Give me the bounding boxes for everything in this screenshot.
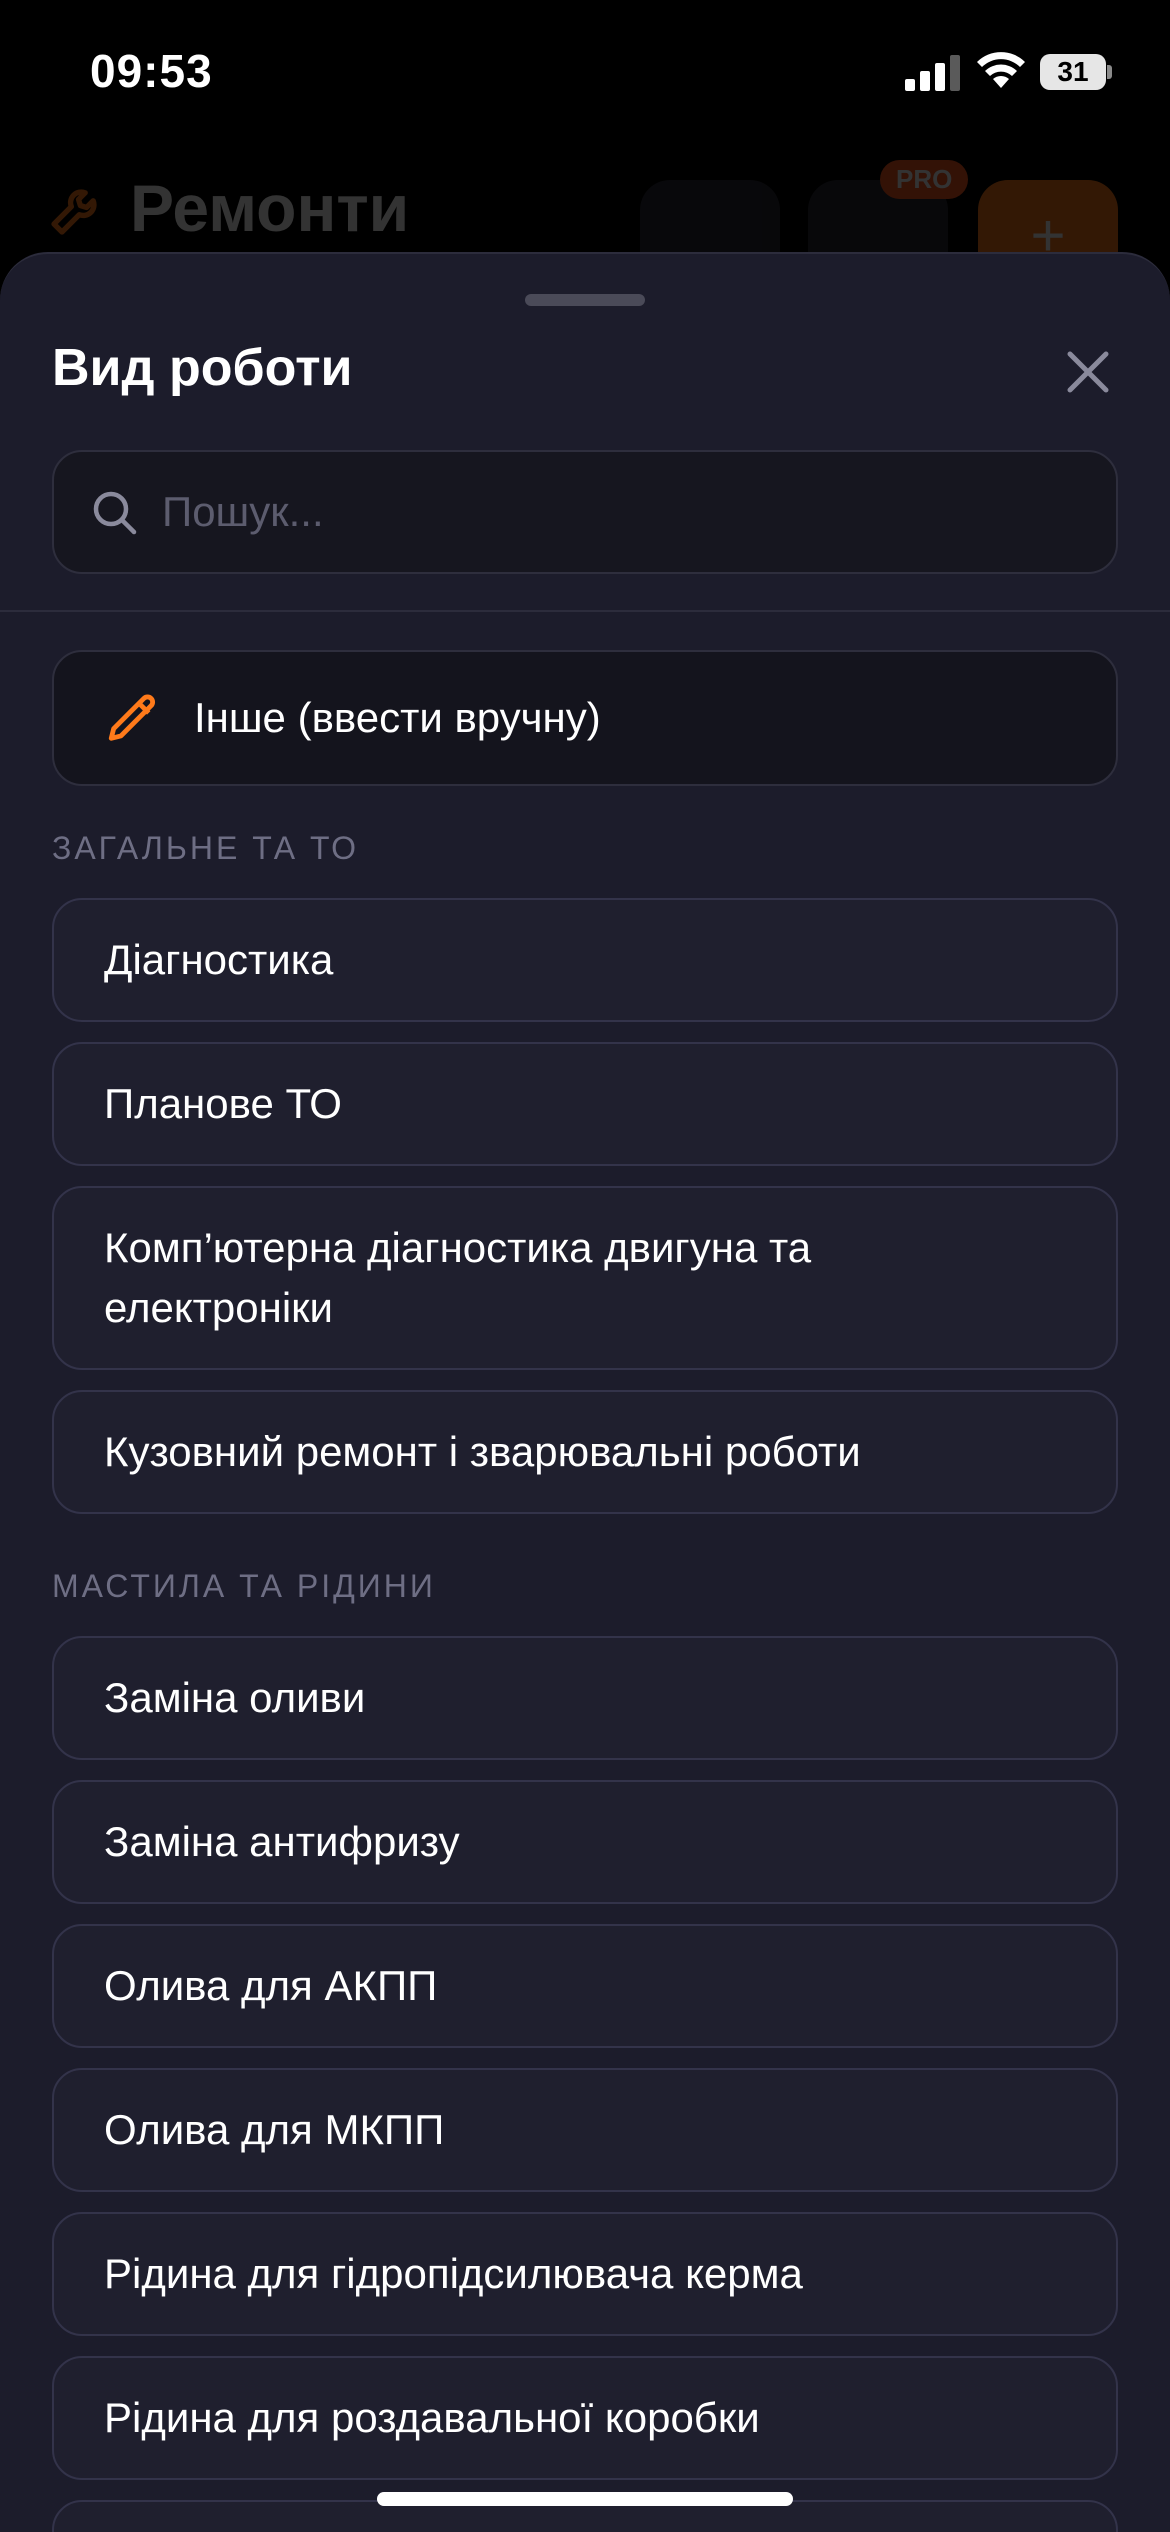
list-item[interactable]: Олива для МКПП — [52, 2068, 1118, 2192]
section-header-general: ЗАГАЛЬНЕ ТА ТО — [52, 830, 359, 866]
list-item-label: Олива для АКПП — [104, 1962, 438, 2009]
list-item[interactable]: Планове ТО — [52, 1042, 1118, 1166]
list-item-label: Заміна оливи — [104, 1674, 366, 1721]
background-header: Ремонти — [46, 170, 409, 246]
divider — [0, 610, 1170, 612]
list-item-label: Олива для МКПП — [104, 2106, 445, 2153]
wifi-icon — [977, 52, 1025, 88]
search-icon — [93, 491, 137, 535]
other-manual-entry-button[interactable]: Інше (ввести вручну) — [52, 650, 1118, 786]
list-item[interactable]: Заміна антифризу — [52, 1780, 1118, 1904]
screen: 09:53 31 Ремонти PRO + Вид роботи Пошук.… — [0, 0, 1170, 2532]
battery-tip — [1107, 65, 1112, 79]
other-manual-entry-label: Інше (ввести вручну) — [194, 694, 601, 741]
sheet-title: Вид роботи — [52, 339, 353, 397]
list-item[interactable]: Комп’ютерна діагностика двигуна та елект… — [52, 1186, 1118, 1370]
list-item-label: Діагностика — [104, 936, 334, 983]
list-item-label: Планове ТО — [104, 1080, 342, 1127]
pro-badge: PRO — [880, 160, 969, 199]
list-item[interactable]: Рідина для гідропідсилювача керма — [52, 2212, 1118, 2336]
list-item[interactable]: Діагностика — [52, 898, 1118, 1022]
background-title: Ремонти — [130, 171, 410, 245]
search-box[interactable] — [52, 450, 1118, 574]
search-input[interactable] — [162, 452, 1092, 572]
status-time: 09:53 — [90, 45, 213, 97]
pencil-icon — [108, 694, 156, 741]
status-bar: 09:53 31 — [0, 0, 1170, 150]
list-item-label: Комп’ютерна діагностика двигуна та елект… — [104, 1224, 812, 1331]
home-indicator — [377, 2492, 793, 2506]
list-item-label: Заміна антифризу — [104, 1818, 460, 1865]
list-item-label: Рідина для роздавальної коробки — [104, 2394, 760, 2441]
battery-icon: 31 — [1040, 54, 1112, 90]
cellular-signal-icon — [905, 55, 960, 91]
battery-level: 31 — [1040, 54, 1106, 90]
work-type-sheet: Вид роботи Інше (ввести вручну) ЗАГАЛЬНЕ… — [0, 252, 1170, 2532]
list-item[interactable]: Рідина для роздавальної коробки — [52, 2356, 1118, 2480]
list-item[interactable]: Кузовний ремонт і зварювальні роботи — [52, 1390, 1118, 1514]
list-item-label: Рідина для гідропідсилювача керма — [104, 2250, 803, 2297]
list-item[interactable]: Олива для АКПП — [52, 1924, 1118, 2048]
section-header-fluids: МАСТИЛА ТА РІДИНИ — [52, 1568, 436, 1604]
list-item-label: Кузовний ремонт і зварювальні роботи — [104, 1428, 861, 1475]
close-icon[interactable] — [1060, 344, 1116, 400]
sheet-grabber[interactable] — [525, 294, 645, 306]
wrench-icon — [51, 189, 97, 235]
list-item[interactable]: Заміна оливи — [52, 1636, 1118, 1760]
